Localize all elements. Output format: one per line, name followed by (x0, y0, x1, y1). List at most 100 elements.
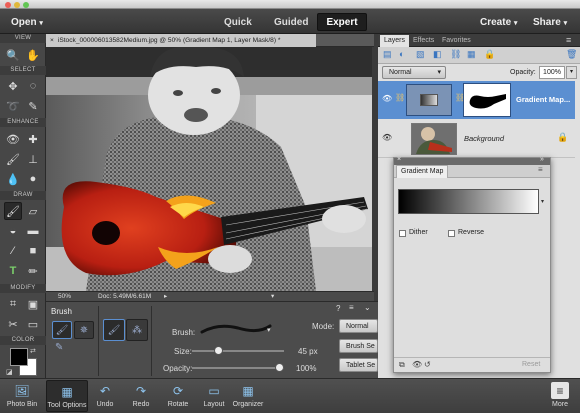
mode-expert[interactable]: Expert (317, 13, 367, 31)
tab-favorites[interactable]: Favorites (438, 35, 475, 47)
more-button[interactable]: ≡ More (545, 382, 575, 408)
default-colors-icon[interactable]: ◪ (6, 368, 13, 376)
undo-button[interactable]: ↶ Undo (90, 382, 120, 409)
smart-brush-tool-icon[interactable]: 🖌 (4, 150, 22, 168)
layer-mask-icon[interactable]: ◧ (433, 49, 442, 60)
tablet-settings-button[interactable]: Tablet Se (339, 358, 378, 372)
share-menu[interactable]: Share ▾ (533, 17, 567, 28)
eraser-tool-icon[interactable]: ▱ (24, 202, 42, 220)
tool-options-button[interactable]: ▦ Tool Options (46, 380, 88, 412)
clone-stamp-tool-icon[interactable]: ⊥ (24, 150, 42, 168)
spot-healing-tool-icon[interactable]: ✚ (24, 130, 42, 148)
sponge-tool-icon[interactable]: ● (24, 170, 42, 188)
link-chain-icon[interactable]: ⛓ (395, 93, 405, 102)
layer-name[interactable]: Gradient Map... (516, 95, 570, 104)
layer-row-background[interactable]: 👁 Background 🔒 (378, 120, 575, 158)
swap-colors-icon[interactable]: ⇄ (30, 347, 36, 355)
close-window-button[interactable] (5, 2, 11, 8)
color-replacement-brush-button[interactable]: ✎ (55, 342, 63, 353)
lock-all-icon[interactable]: 🔒 (484, 49, 495, 60)
straighten-tool-icon[interactable]: ▭ (24, 315, 42, 333)
tab-effects[interactable]: Effects (409, 35, 438, 47)
red-eye-tool-icon[interactable]: 👁 (4, 130, 22, 148)
delete-layer-icon[interactable]: 🗑 (566, 49, 577, 60)
shape-tool-icon[interactable]: ■ (24, 242, 42, 260)
content-aware-move-tool-icon[interactable]: ✂ (4, 315, 22, 333)
airbrush-button[interactable]: ⁂ (126, 319, 148, 341)
status-menu-icon[interactable]: ▸ (164, 292, 167, 300)
rotate-button[interactable]: ⟳ Rotate (162, 382, 194, 409)
gradient-dropdown-icon[interactable]: ▾ (541, 198, 544, 205)
layout-button[interactable]: ▭ Layout (198, 382, 230, 409)
zoom-tool-icon[interactable]: 🔍 (4, 46, 22, 64)
collapse-options-icon[interactable]: ⌄ (364, 303, 371, 312)
help-icon[interactable]: ? (336, 304, 340, 313)
crop-tool-icon[interactable]: ⌗ (4, 295, 22, 313)
view-previous-icon[interactable]: 👁 (412, 360, 422, 369)
gradient-preview[interactable] (398, 189, 539, 214)
hand-tool-icon[interactable]: ✋ (24, 46, 42, 64)
mode-select[interactable]: Normal (339, 319, 378, 333)
photo-bin-button[interactable]: 🖼 Photo Bin (2, 382, 42, 409)
reverse-checkbox[interactable] (448, 230, 455, 237)
recompose-tool-icon[interactable]: ▣ (24, 295, 42, 313)
opacity-slider[interactable] (192, 363, 284, 372)
opacity-slider-thumb[interactable] (275, 363, 284, 372)
mode-guided[interactable]: Guided (274, 17, 308, 28)
clip-to-layer-icon[interactable]: ⧉ (399, 360, 405, 370)
lock-transparency-icon[interactable]: ▦ (467, 49, 476, 60)
panel-menu-icon[interactable]: ≡ (566, 35, 571, 45)
layer-row-gradient-map[interactable]: 👁 ⛓ ⛓ Gradient Map... (378, 81, 575, 119)
link-layers-icon[interactable]: ⛓ (450, 49, 461, 60)
pencil-tool-icon[interactable]: ✏ (24, 262, 42, 280)
foreground-color-swatch[interactable] (10, 348, 28, 366)
eyedropper-tool-icon[interactable]: ⁄ (4, 242, 22, 260)
create-menu[interactable]: Create ▾ (480, 17, 517, 28)
lasso-tool-icon[interactable]: ➰ (4, 97, 22, 115)
brush-settings-button[interactable]: Brush Se (339, 339, 378, 353)
blur-tool-icon[interactable]: 💧 (4, 170, 22, 188)
tab-layers[interactable]: Layers (380, 35, 410, 47)
layer-name[interactable]: Background (464, 134, 504, 143)
options-menu-icon[interactable]: ≡ (349, 303, 354, 312)
paint-bucket-tool-icon[interactable]: ◒ (4, 222, 22, 240)
document-tab[interactable]: × iStock_000006013582Medium.jpg @ 50% (Gr… (46, 34, 316, 47)
impressionist-brush-button[interactable]: ✵ (74, 321, 94, 339)
dither-checkbox[interactable] (399, 230, 406, 237)
quick-selection-tool-icon[interactable]: ✎ (24, 97, 42, 115)
redo-button[interactable]: ↷ Redo (126, 382, 156, 409)
organizer-button[interactable]: ▦ Organizer (229, 382, 267, 409)
collapse-arrow-icon[interactable]: ▾ (271, 292, 274, 300)
reset-icon[interactable]: ↺ (424, 360, 431, 369)
size-slider-thumb[interactable] (214, 346, 224, 355)
dialog-menu-icon[interactable]: ≡ (538, 165, 543, 174)
brush-tool-icon[interactable]: 🖌 (4, 202, 22, 220)
brush-preset-stroke[interactable] (198, 321, 276, 337)
layer-opacity-input[interactable]: 100% (539, 66, 565, 79)
reset-button[interactable]: Reset (522, 361, 540, 368)
brush-preset-dropdown-icon[interactable]: ▾ (267, 326, 271, 334)
blend-mode-select[interactable]: Normal ▾ (382, 66, 446, 79)
adjustment-layer-icon[interactable]: ◐ (399, 49, 404, 59)
image-canvas[interactable] (46, 47, 372, 291)
mode-quick[interactable]: Quick (224, 17, 252, 28)
type-tool-icon[interactable]: T (4, 262, 22, 280)
close-document-icon[interactable]: × (50, 37, 54, 44)
brush-mode-button[interactable]: 🖌 (52, 321, 72, 339)
move-tool-icon[interactable]: ✥ (4, 77, 22, 95)
dialog-collapse-icon[interactable]: » (540, 156, 544, 163)
size-slider[interactable] (192, 346, 284, 355)
visibility-eye-icon[interactable]: 👁 (382, 94, 392, 103)
layer-opacity-dropdown-icon[interactable]: ▾ (566, 66, 577, 79)
dialog-close-icon[interactable]: × (397, 156, 401, 163)
visibility-eye-icon[interactable]: 👁 (382, 133, 392, 142)
group-layer-icon[interactable]: ▧ (416, 49, 425, 60)
open-menu[interactable]: Open ▾ (11, 17, 43, 28)
brush-airbrush-off-button[interactable]: 🖌 (103, 319, 125, 341)
layer-mask-thumbnail[interactable] (463, 83, 511, 117)
zoom-window-button[interactable] (23, 2, 29, 8)
new-layer-icon[interactable]: ▤ (383, 49, 392, 60)
gradient-tool-icon[interactable]: ▬ (24, 222, 42, 240)
tab-gradient-map[interactable]: Gradient Map (396, 165, 449, 178)
minimize-window-button[interactable] (14, 2, 20, 8)
